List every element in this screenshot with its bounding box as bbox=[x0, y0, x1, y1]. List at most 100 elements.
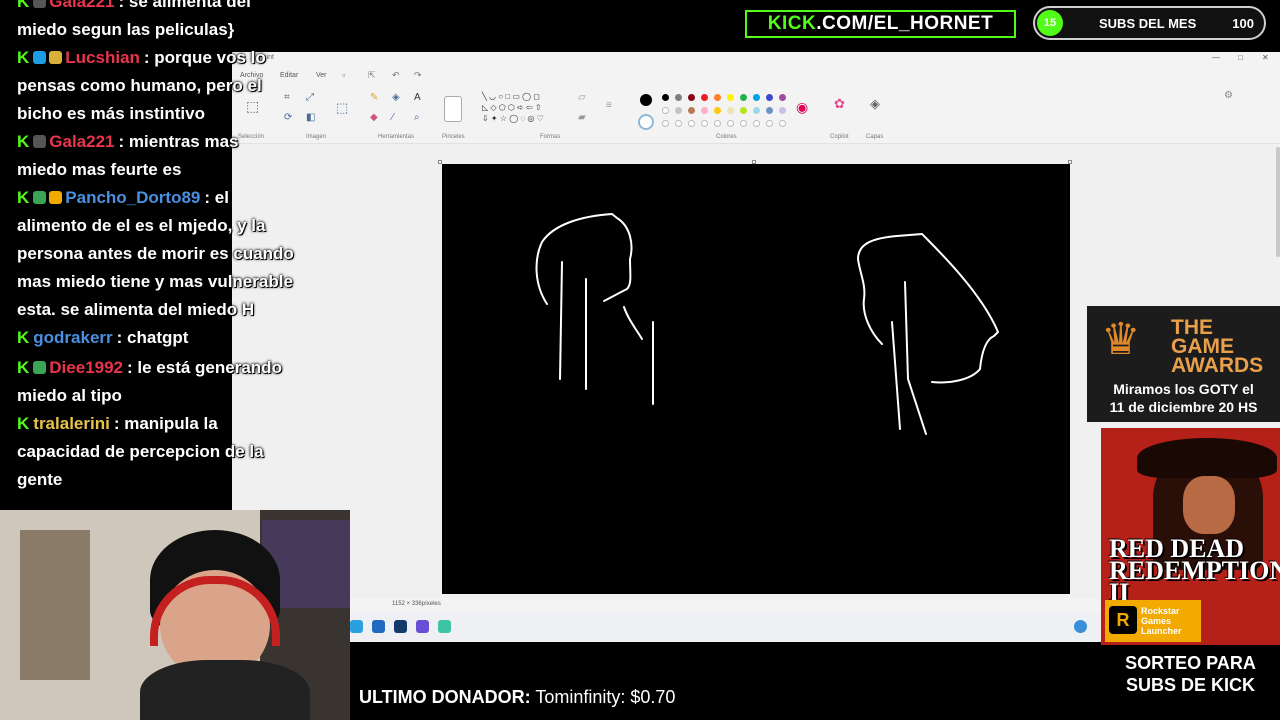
cowboy-hat bbox=[1137, 438, 1277, 478]
palette-color-swatch[interactable] bbox=[727, 94, 734, 101]
palette-color-swatch[interactable] bbox=[688, 107, 695, 114]
palette-color-swatch[interactable] bbox=[675, 94, 682, 101]
chat-username[interactable]: Pancho_Dorto89 bbox=[65, 188, 200, 207]
kick-logo: KICK bbox=[767, 13, 817, 34]
launcher-line: Games bbox=[1141, 616, 1172, 626]
custom-color-swatch[interactable] bbox=[766, 120, 773, 127]
shapes-row-1[interactable]: ╲ ◡ ○ □ ▭ ◯ ◻ bbox=[482, 92, 540, 101]
canvas-handle-tl[interactable] bbox=[438, 160, 442, 164]
copilot-icon[interactable]: ✿ bbox=[834, 96, 845, 112]
title-bar: Paint — □ ✕ bbox=[232, 52, 1280, 68]
secondary-color-swatch[interactable] bbox=[638, 114, 654, 130]
awards-sub-line: Miramos los GOTY el bbox=[1113, 381, 1254, 397]
save-icon[interactable]: ▫ bbox=[342, 70, 345, 80]
fill-shape-icon[interactable]: ▰ bbox=[578, 112, 586, 123]
palette-color-swatch[interactable] bbox=[675, 107, 682, 114]
canvas-handle-tm[interactable] bbox=[752, 160, 756, 164]
fill-icon[interactable]: ◈ bbox=[392, 92, 400, 103]
discord-icon[interactable] bbox=[416, 620, 429, 633]
chat-text-line: pensas como humano, pero el bbox=[17, 76, 262, 95]
pencil-icon[interactable]: ✎ bbox=[370, 92, 378, 103]
close-button[interactable]: ✕ bbox=[1262, 53, 1269, 62]
image-select-icon[interactable]: ⬚ bbox=[336, 100, 348, 116]
shapes-row-2[interactable]: ◺ ◇ ⬠ ⬡ ➪ ⇦ ⇧ bbox=[482, 103, 542, 112]
drawing-canvas[interactable] bbox=[442, 164, 1070, 594]
palette-color-swatch[interactable] bbox=[779, 94, 786, 101]
shapes-row-3[interactable]: ⇩ ✦ ☆ ◯ ◌ ◎ ♡ bbox=[482, 114, 544, 123]
chat-username[interactable]: godrakerr bbox=[33, 328, 112, 347]
palette-color-swatch[interactable] bbox=[701, 107, 708, 114]
kick-badge-icon: K bbox=[17, 328, 30, 347]
eraser-icon[interactable]: ◆ bbox=[370, 112, 378, 123]
custom-color-swatch[interactable] bbox=[714, 120, 721, 127]
game-awards-crest-icon: ♛ bbox=[1101, 315, 1141, 364]
taskbar-app-icon[interactable] bbox=[372, 620, 385, 633]
outline-icon[interactable]: ▱ bbox=[578, 92, 586, 103]
layers-icon[interactable]: ◈ bbox=[870, 96, 880, 112]
chat-text-line: capacidad de percepcion de la bbox=[17, 442, 264, 461]
palette-color-swatch[interactable] bbox=[753, 94, 760, 101]
kick-badge-icon: K bbox=[17, 414, 30, 433]
kick-badge-icon: K bbox=[17, 132, 30, 151]
vertical-scrollbar[interactable] bbox=[1276, 147, 1280, 257]
chat-text: : porque vos lo bbox=[143, 48, 266, 67]
palette-color-swatch[interactable] bbox=[701, 94, 708, 101]
chat-message: K Lucshian: porque vos lo pensas como huma… bbox=[17, 44, 317, 128]
ribbon: ⬚ Selección ⌗ ⤢ ⟳ ◧ ⬚ Imagen ✎ ◈ A ◆ ⁄ ⌕… bbox=[232, 84, 1280, 144]
chat-text-line: miedo al tipo bbox=[17, 386, 122, 405]
chat-username[interactable]: tralalerini bbox=[33, 414, 110, 433]
game-awards-subtitle: Miramos los GOTY el 11 de diciembre 20 H… bbox=[1087, 380, 1280, 416]
custom-color-swatch[interactable] bbox=[740, 120, 747, 127]
custom-color-swatch[interactable] bbox=[701, 120, 708, 127]
shirt bbox=[140, 660, 310, 720]
paint-taskbar-icon[interactable] bbox=[438, 620, 451, 633]
palette-color-swatch[interactable] bbox=[662, 94, 669, 101]
chat-message: K Diee1992: le está generando miedo al tip… bbox=[17, 354, 317, 410]
minimize-button[interactable]: — bbox=[1212, 53, 1220, 62]
palette-color-swatch[interactable] bbox=[740, 107, 747, 114]
kick-badge-icon: K bbox=[17, 188, 30, 207]
custom-color-swatch[interactable] bbox=[727, 120, 734, 127]
chat-username[interactable]: Lucshian bbox=[65, 48, 140, 67]
redo-icon[interactable]: ↷ bbox=[414, 70, 422, 81]
palette-color-swatch[interactable] bbox=[688, 94, 695, 101]
magnifier-icon[interactable]: ⌕ bbox=[414, 112, 420, 123]
chat-username[interactable]: Gala221 bbox=[49, 0, 114, 11]
palette-color-swatch[interactable] bbox=[714, 107, 721, 114]
brush-icon[interactable] bbox=[444, 96, 462, 122]
edit-colors-icon[interactable]: ◉ bbox=[796, 99, 808, 116]
steam-icon[interactable] bbox=[394, 620, 407, 633]
undo-icon[interactable]: ↶ bbox=[392, 70, 400, 81]
chat-text-line: bicho es más instintivo bbox=[17, 104, 205, 123]
custom-color-swatch[interactable] bbox=[688, 120, 695, 127]
palette-color-swatch[interactable] bbox=[779, 107, 786, 114]
custom-color-swatch[interactable] bbox=[675, 120, 682, 127]
canvas-handle-tr[interactable] bbox=[1068, 160, 1072, 164]
chat-username[interactable]: Diee1992 bbox=[49, 358, 123, 377]
text-icon[interactable]: A bbox=[414, 92, 421, 103]
palette-color-swatch[interactable] bbox=[766, 94, 773, 101]
chat-username[interactable]: Gala221 bbox=[49, 132, 114, 151]
menu-view[interactable]: Ver bbox=[316, 72, 327, 79]
palette-color-swatch[interactable] bbox=[662, 107, 669, 114]
size-icon[interactable]: ≡ bbox=[606, 100, 612, 111]
taskbar-app-icon[interactable] bbox=[350, 620, 363, 633]
color-picker-icon[interactable]: ⁄ bbox=[392, 112, 394, 123]
chat-text: : mientras mas bbox=[118, 132, 239, 151]
palette-color-swatch[interactable] bbox=[714, 94, 721, 101]
share-icon[interactable]: ⇱ bbox=[368, 70, 376, 81]
notification-icon[interactable] bbox=[1074, 620, 1087, 633]
custom-color-swatch[interactable] bbox=[779, 120, 786, 127]
chat-message: Ktralalerini: manipula la capacidad de pe… bbox=[17, 410, 317, 494]
palette-color-swatch[interactable] bbox=[740, 94, 747, 101]
palette-color-swatch[interactable] bbox=[753, 107, 760, 114]
cowboy-face bbox=[1183, 476, 1235, 534]
custom-color-swatch[interactable] bbox=[662, 120, 669, 127]
primary-color-swatch[interactable] bbox=[640, 94, 652, 106]
custom-color-swatch[interactable] bbox=[753, 120, 760, 127]
chat-text: : le está generando bbox=[127, 358, 282, 377]
palette-color-swatch[interactable] bbox=[727, 107, 734, 114]
palette-color-swatch[interactable] bbox=[766, 107, 773, 114]
maximize-button[interactable]: □ bbox=[1238, 53, 1243, 62]
settings-icon[interactable]: ⚙ bbox=[1224, 90, 1233, 101]
